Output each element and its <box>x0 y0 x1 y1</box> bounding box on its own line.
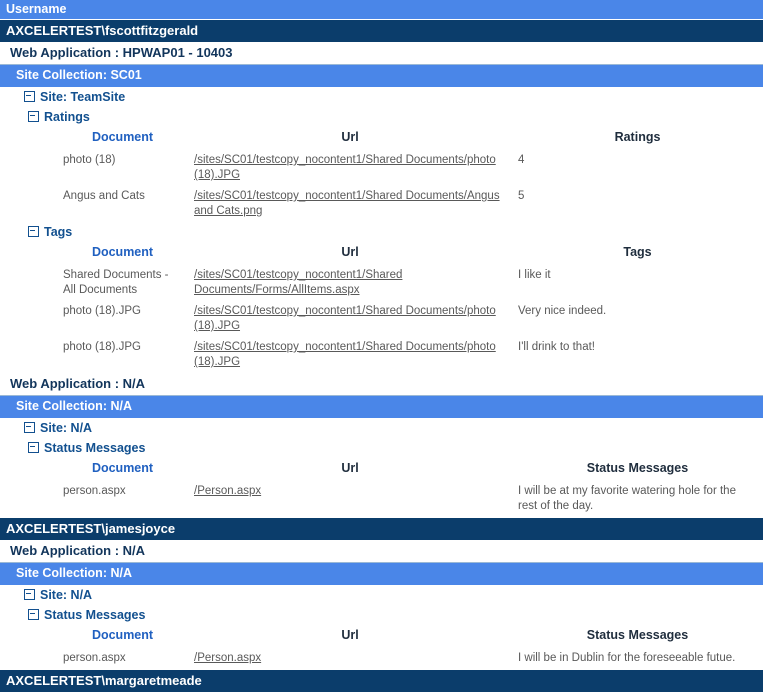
site-collection-row: Site Collection: N/A <box>0 396 763 418</box>
username-column-header: Username <box>0 0 763 19</box>
user-row-jamesjoyce[interactable]: AXCELERTEST\jamesjoyce <box>0 517 763 540</box>
web-application-row: Web Application : N/A <box>0 540 763 563</box>
table-header-row: Document Url Ratings <box>0 127 763 150</box>
status-messages-table: Document Url Status Messages person.aspx… <box>0 458 763 517</box>
spacer-cell <box>0 127 57 150</box>
url-link[interactable]: /sites/SC01/testcopy_nocontent1/Shared D… <box>194 305 496 332</box>
column-header-document: Document <box>91 628 154 642</box>
ratings-table: Document Url Ratings photo (18) /sites/S… <box>0 127 763 222</box>
collapse-icon[interactable] <box>24 91 35 103</box>
site-collection-row: Site Collection: N/A <box>0 563 763 585</box>
collapse-icon[interactable] <box>24 589 35 601</box>
cell-document: photo (18) <box>63 154 116 166</box>
url-link[interactable]: /sites/SC01/testcopy_nocontent1/Shared D… <box>194 341 496 368</box>
column-header-status-messages: Status Messages <box>586 461 689 475</box>
column-header-document: Document <box>91 461 154 475</box>
web-application-row: Web Application : N/A <box>0 373 763 396</box>
tree-node-ratings-label: Ratings <box>44 110 90 124</box>
cell-rating: 4 <box>518 154 525 166</box>
tree-node-site[interactable]: Site: N/A <box>0 585 763 605</box>
tree-node-ratings[interactable]: Ratings <box>0 107 763 127</box>
spacer-cell <box>0 301 57 337</box>
cell-url: /sites/SC01/testcopy_nocontent1/Shared D… <box>188 301 512 337</box>
table-header-row: Document Url Status Messages <box>0 625 763 648</box>
column-header-url: Url <box>341 130 359 144</box>
table-row: Shared Documents - All Documents /sites/… <box>0 265 763 301</box>
table-row: photo (18).JPG /sites/SC01/testcopy_noco… <box>0 301 763 337</box>
cell-rating: 5 <box>518 190 525 202</box>
cell-url: /sites/SC01/testcopy_nocontent1/Shared D… <box>188 186 512 222</box>
spacer-cell <box>0 625 57 648</box>
status-messages-table: Document Url Status Messages person.aspx… <box>0 625 763 669</box>
web-application-row: Web Application : HPWAP01 - 10403 <box>0 42 763 65</box>
column-header-status-messages: Status Messages <box>586 628 689 642</box>
column-header-ratings: Ratings <box>614 130 661 144</box>
tree-node-status-messages[interactable]: Status Messages <box>0 605 763 625</box>
cell-document: person.aspx <box>63 485 126 497</box>
tree-node-tags[interactable]: Tags <box>0 222 763 242</box>
collapse-icon[interactable] <box>28 609 39 621</box>
spacer-cell <box>0 481 57 517</box>
tree-node-site-label: Site: N/A <box>40 421 93 435</box>
spacer-cell <box>0 265 57 301</box>
cell-document: Angus and Cats <box>63 190 145 202</box>
collapse-icon[interactable] <box>28 442 39 454</box>
url-link[interactable]: /sites/SC01/testcopy_nocontent1/Shared D… <box>194 154 496 181</box>
tree-node-status-messages-label: Status Messages <box>44 608 146 622</box>
table-row: Angus and Cats /sites/SC01/testcopy_noco… <box>0 186 763 222</box>
tree-node-tags-label: Tags <box>44 225 73 239</box>
cell-url: /Person.aspx <box>188 481 512 517</box>
url-link[interactable]: /Person.aspx <box>194 485 261 497</box>
column-header-tags: Tags <box>623 245 652 259</box>
user-row-truncated[interactable]: AXCELERTEST\margaretmeade <box>0 669 763 692</box>
cell-url: /Person.aspx <box>188 648 512 669</box>
tree-node-site[interactable]: Site: TeamSite <box>0 87 763 107</box>
cell-document: person.aspx <box>63 652 126 664</box>
site-collection-row: Site Collection: SC01 <box>0 65 763 87</box>
spacer-cell <box>0 337 57 373</box>
cell-url: /sites/SC01/testcopy_nocontent1/Shared D… <box>188 265 512 301</box>
tree-node-site-label: Site: N/A <box>40 588 93 602</box>
cell-url: /sites/SC01/testcopy_nocontent1/Shared D… <box>188 150 512 186</box>
url-link[interactable]: /Person.aspx <box>194 652 261 664</box>
spacer-cell <box>0 150 57 186</box>
cell-status-message: I will be in Dublin for the foreseeable … <box>518 652 736 664</box>
tree-node-status-messages[interactable]: Status Messages <box>0 438 763 458</box>
cell-document: photo (18).JPG <box>63 305 141 317</box>
cell-tag: I like it <box>518 269 551 281</box>
column-header-url: Url <box>341 245 359 259</box>
cell-document: photo (18).JPG <box>63 341 141 353</box>
tree-node-status-messages-label: Status Messages <box>44 441 146 455</box>
table-row: person.aspx /Person.aspx I will be at my… <box>0 481 763 517</box>
collapse-icon[interactable] <box>28 111 39 123</box>
spacer-cell <box>0 648 57 669</box>
table-row: person.aspx /Person.aspx I will be in Du… <box>0 648 763 669</box>
spacer-cell <box>0 458 57 481</box>
table-row: photo (18) /sites/SC01/testcopy_noconten… <box>0 150 763 186</box>
tree-node-site-label: Site: TeamSite <box>40 90 126 104</box>
cell-document: Shared Documents - All Documents <box>63 269 169 296</box>
url-link[interactable]: /sites/SC01/testcopy_nocontent1/Shared D… <box>194 190 500 217</box>
column-header-document: Document <box>91 245 154 259</box>
column-header-document: Document <box>91 130 154 144</box>
column-header-url: Url <box>341 461 359 475</box>
user-row-fscottfitzgerald[interactable]: AXCELERTEST\fscottfitzgerald <box>0 19 763 42</box>
cell-url: /sites/SC01/testcopy_nocontent1/Shared D… <box>188 337 512 373</box>
column-header-url: Url <box>341 628 359 642</box>
cell-status-message: I will be at my favorite watering hole f… <box>518 485 736 512</box>
table-header-row: Document Url Status Messages <box>0 458 763 481</box>
social-data-report: Username AXCELERTEST\fscottfitzgerald We… <box>0 0 763 692</box>
cell-tag: Very nice indeed. <box>518 305 607 317</box>
spacer-cell <box>0 242 57 265</box>
collapse-icon[interactable] <box>24 422 35 434</box>
table-row: photo (18).JPG /sites/SC01/testcopy_noco… <box>0 337 763 373</box>
table-header-row: Document Url Tags <box>0 242 763 265</box>
tags-table: Document Url Tags Shared Documents - All… <box>0 242 763 373</box>
spacer-cell <box>0 186 57 222</box>
url-link[interactable]: /sites/SC01/testcopy_nocontent1/Shared D… <box>194 269 402 296</box>
tree-node-site[interactable]: Site: N/A <box>0 418 763 438</box>
cell-tag: I'll drink to that! <box>518 341 595 353</box>
collapse-icon[interactable] <box>28 226 39 238</box>
